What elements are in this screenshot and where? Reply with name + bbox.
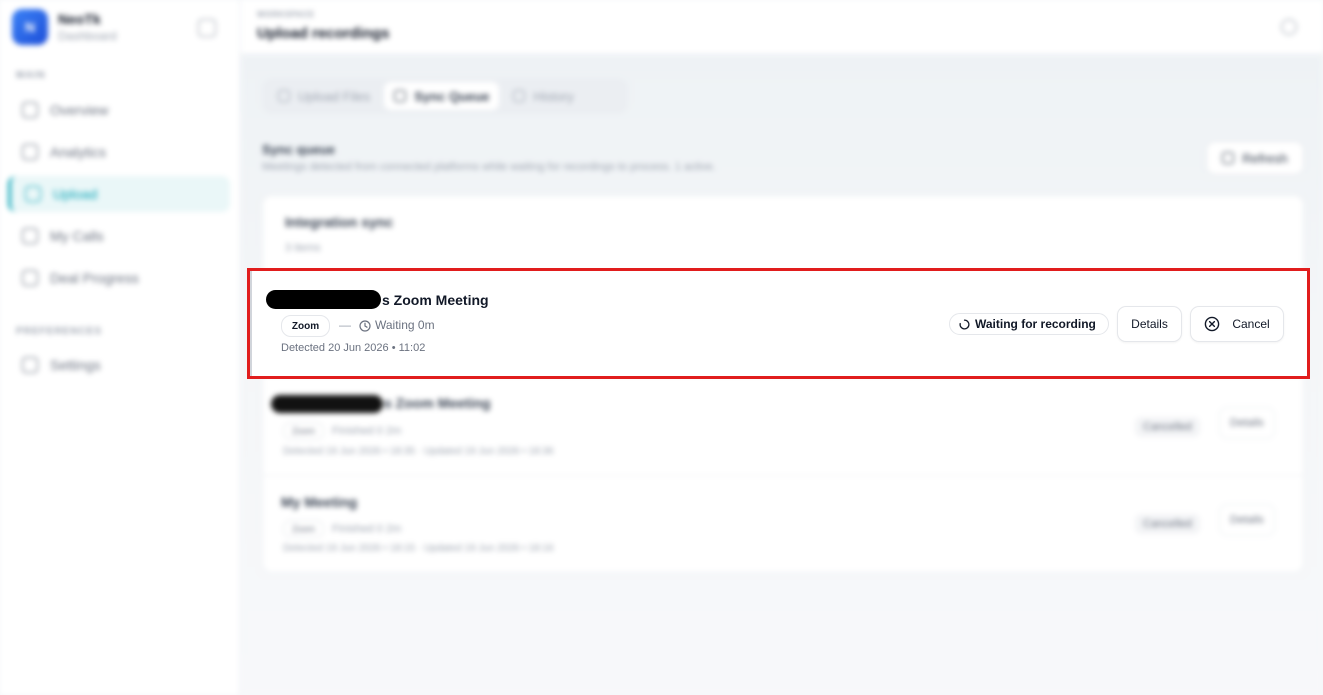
cancel-button[interactable]: Cancel xyxy=(1190,306,1284,342)
phone-icon xyxy=(22,228,38,244)
sidebar-item-label: My Calls xyxy=(50,228,104,244)
tab-sync-queue[interactable]: Sync Queue xyxy=(384,82,500,110)
section-label-main: MAIN xyxy=(16,70,46,81)
x-circle-icon xyxy=(1205,316,1220,332)
detected-timestamp: Detected 20 Jun 2026 • 11:02 xyxy=(281,342,426,354)
list-item[interactable]: s Zoom Meeting Zoom Finished 0 2m Detecte… xyxy=(263,376,1303,476)
brand-logo: N xyxy=(12,9,48,45)
page-title: Upload recordings xyxy=(257,25,390,42)
user-menu-icon[interactable] xyxy=(1281,19,1297,35)
queue-description: Meetings detected from connected platfor… xyxy=(262,161,716,173)
sidebar-item-upload[interactable]: Upload xyxy=(8,176,230,212)
trend-icon xyxy=(22,270,38,286)
brand-subtitle: Dashboard xyxy=(58,29,117,43)
platform-chip: Zoom xyxy=(283,520,325,538)
top-bar: WORKSPACE Upload recordings xyxy=(241,0,1323,54)
status-label: Waiting for recording xyxy=(975,317,1096,331)
sidebar-item-overview[interactable]: Overview xyxy=(8,92,230,128)
sidebar-item-label: Upload xyxy=(53,186,98,202)
sidebar-item-deal-progress[interactable]: Deal Progress xyxy=(8,260,230,296)
details-button[interactable]: Details xyxy=(1219,407,1275,439)
tab-bar: Upload Files Sync Queue History xyxy=(262,78,628,114)
sidebar-item-analytics[interactable]: Analytics xyxy=(8,134,230,170)
sidebar-item-label: Deal Progress xyxy=(50,270,139,286)
details-button[interactable]: Details xyxy=(1219,504,1275,536)
tab-label: Upload Files xyxy=(298,88,371,104)
cancel-label: Cancel xyxy=(1232,317,1270,331)
platform-chip: Zoom xyxy=(281,315,330,337)
platform-chip: Zoom xyxy=(283,422,325,440)
refresh-label: Refresh xyxy=(1242,150,1288,166)
row-meta-text: Finished 0 2m xyxy=(332,523,402,535)
row-title: My Meeting xyxy=(281,494,358,510)
sidebar-item-label: Overview xyxy=(50,102,109,118)
list-item[interactable]: My Meeting Zoom Finished 0 2m Detected 19… xyxy=(263,475,1303,573)
card-title: Integration sync xyxy=(285,214,394,230)
tab-upload-files[interactable]: Upload Files xyxy=(268,82,380,110)
grid-icon xyxy=(22,102,38,118)
brand-name: NeoTk xyxy=(58,11,101,27)
refresh-icon xyxy=(1222,152,1235,164)
row-meta-text: Finished 0 2m xyxy=(332,425,402,437)
upload-icon xyxy=(25,186,41,202)
sidebar: N NeoTk Dashboard MAIN Overview Analytic… xyxy=(0,0,240,695)
status-badge: Waiting for recording xyxy=(949,313,1109,335)
clock-icon xyxy=(359,320,371,332)
gear-icon xyxy=(22,357,38,373)
redaction-mark xyxy=(266,290,381,309)
meeting-title: s Zoom Meeting xyxy=(382,292,489,308)
sidebar-collapse-icon[interactable] xyxy=(198,19,216,37)
history-icon xyxy=(513,90,526,102)
chart-icon xyxy=(22,144,38,160)
details-button[interactable]: Details xyxy=(1117,306,1182,342)
sidebar-item-my-calls[interactable]: My Calls xyxy=(8,218,230,254)
breadcrumb: WORKSPACE xyxy=(257,10,315,19)
row-title: s Zoom Meeting xyxy=(384,395,491,411)
section-label-preferences: PREFERENCES xyxy=(16,326,103,337)
row-dates: Detected 19 Jun 2026 • 18:35 · Updated 1… xyxy=(283,446,554,457)
refresh-button[interactable]: Refresh xyxy=(1206,141,1304,175)
tab-history[interactable]: History xyxy=(503,82,583,110)
row-meta: Zoom Finished 0 2m xyxy=(283,520,401,538)
brand: N NeoTk Dashboard xyxy=(12,9,117,45)
sidebar-item-settings[interactable]: Settings xyxy=(8,347,230,383)
status-badge: Cancelled xyxy=(1135,417,1200,437)
queue-title: Sync queue xyxy=(262,142,335,157)
tab-label: History xyxy=(533,88,574,104)
tab-label: Sync Queue xyxy=(414,88,490,104)
separator-dash: — xyxy=(339,318,351,332)
spinner-icon xyxy=(959,318,970,330)
row-meta: Zoom Finished 0 2m xyxy=(283,422,401,440)
integration-sync-card: Integration sync 3 items s Zoom Meeting … xyxy=(262,195,1304,573)
sync-icon xyxy=(394,90,407,102)
upload-icon xyxy=(278,90,290,102)
card-count: 3 items xyxy=(285,242,321,254)
status-badge: Cancelled xyxy=(1135,514,1200,534)
redaction-mark xyxy=(271,395,383,413)
sidebar-item-label: Analytics xyxy=(50,144,107,160)
row-dates: Detected 19 Jun 2026 • 18:15 · Updated 1… xyxy=(283,543,554,554)
sidebar-item-label: Settings xyxy=(50,357,101,373)
waiting-duration: Waiting 0m xyxy=(375,318,435,332)
